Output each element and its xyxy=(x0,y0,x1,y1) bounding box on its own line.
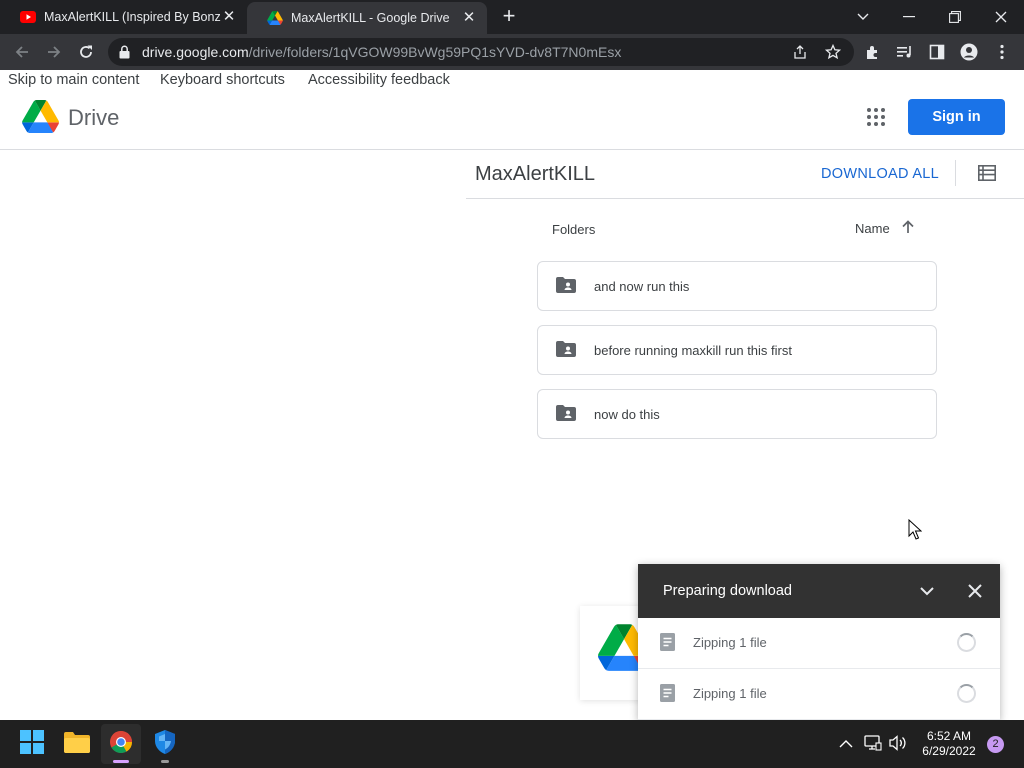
windows-security-icon xyxy=(154,729,176,760)
running-indicator xyxy=(161,760,169,763)
sort-by-name-button[interactable]: Name xyxy=(855,221,890,236)
download-item: Zipping 1 file xyxy=(638,669,1000,720)
collapse-chevron-icon[interactable] xyxy=(918,582,936,605)
close-window-button[interactable] xyxy=(978,0,1024,34)
download-item: Zipping 1 file xyxy=(638,618,1000,669)
google-drive-logo[interactable] xyxy=(22,100,59,138)
shared-folder-icon xyxy=(556,405,576,426)
shared-folder-icon xyxy=(556,277,576,298)
section-label: Folders xyxy=(552,222,596,237)
folder-item[interactable]: before running maxkill run this first xyxy=(537,325,937,375)
chrome-icon xyxy=(109,730,133,759)
lock-icon[interactable] xyxy=(119,45,130,64)
accessibility-feedback-link[interactable]: Accessibility feedback xyxy=(308,72,450,88)
arrow-up-icon[interactable] xyxy=(901,220,915,239)
sign-in-button[interactable]: Sign in xyxy=(908,99,1005,135)
profile-icon[interactable] xyxy=(960,43,978,61)
download-panel: Preparing download Zipping 1 file Zippin… xyxy=(638,564,1000,720)
folder-name: and now run this xyxy=(594,279,690,294)
restore-button[interactable] xyxy=(932,0,978,34)
mouse-pointer-icon xyxy=(908,518,923,545)
forward-button[interactable] xyxy=(41,39,67,65)
download-panel-title: Preparing download xyxy=(663,583,792,599)
tab-title: MaxAlertKILL - Google Drive xyxy=(291,11,450,25)
download-item-label: Zipping 1 file xyxy=(693,635,767,650)
skip-to-main-link[interactable]: Skip to main content xyxy=(8,72,139,88)
tab-title: MaxAlertKILL (Inspired By BonziKILL xyxy=(44,10,221,24)
share-icon[interactable] xyxy=(792,44,808,60)
show-hidden-icons-chevron-icon[interactable] xyxy=(837,734,855,752)
list-view-icon[interactable] xyxy=(978,165,998,185)
download-all-button[interactable]: DOWNLOAD ALL xyxy=(821,166,939,182)
close-tab-icon[interactable]: ✕ xyxy=(461,10,477,26)
notification-badge[interactable]: 2 xyxy=(987,736,1004,753)
folder-title: MaxAlertKILL xyxy=(475,163,596,185)
google-drive-icon xyxy=(267,10,283,26)
folder-item[interactable]: now do this xyxy=(537,389,937,439)
loading-spinner-icon xyxy=(957,684,976,703)
menu-kebab-icon[interactable] xyxy=(993,43,1011,61)
url-text: drive.google.com/drive/folders/1qVGOW99B… xyxy=(142,44,622,60)
close-tab-icon[interactable]: ✕ xyxy=(221,9,237,25)
browser-tab-youtube[interactable]: MaxAlertKILL (Inspired By BonziKILL ✕ xyxy=(0,0,247,34)
start-button[interactable] xyxy=(12,724,52,764)
shared-folder-icon xyxy=(556,341,576,362)
clock-time: 6:52 AM xyxy=(926,729,972,743)
windows-security-button[interactable] xyxy=(145,724,185,764)
skip-links: Skip to main content Keyboard shortcuts … xyxy=(0,70,1024,90)
download-panel-header: Preparing download xyxy=(638,564,1000,618)
side-panel-icon[interactable] xyxy=(928,43,946,61)
file-explorer-button[interactable] xyxy=(57,724,97,764)
address-bar[interactable]: drive.google.com/drive/folders/1qVGOW99B… xyxy=(108,38,854,66)
clock-date: 6/29/2022 xyxy=(922,744,976,758)
browser-toolbar: drive.google.com/drive/folders/1qVGOW99B… xyxy=(0,34,1024,70)
browser-tab-strip: MaxAlertKILL (Inspired By BonziKILL ✕ Ma… xyxy=(0,0,1024,34)
document-icon xyxy=(660,684,675,707)
chrome-taskbar-button[interactable] xyxy=(101,724,141,764)
windows-taskbar: 6:52 AM 6/29/2022 2 xyxy=(0,720,1024,768)
back-button[interactable] xyxy=(9,39,35,65)
google-apps-icon[interactable] xyxy=(866,107,886,127)
media-control-icon[interactable] xyxy=(896,43,914,61)
document-icon xyxy=(660,633,675,656)
volume-icon[interactable] xyxy=(889,734,907,752)
system-clock[interactable]: 6:52 AM 6/29/2022 xyxy=(920,729,978,759)
browser-tab-drive[interactable]: MaxAlertKILL - Google Drive ✕ xyxy=(247,2,487,34)
keyboard-shortcuts-link[interactable]: Keyboard shortcuts xyxy=(160,72,285,88)
folder-toolbar: MaxAlertKILL DOWNLOAD ALL xyxy=(466,150,1024,199)
bookmark-star-icon[interactable] xyxy=(824,43,842,60)
folder-name: now do this xyxy=(594,407,660,422)
reload-button[interactable] xyxy=(73,39,99,65)
toolbar-divider xyxy=(955,160,956,186)
extensions-icon[interactable] xyxy=(864,43,882,61)
folder-name: before running maxkill run this first xyxy=(594,343,792,358)
minimize-button[interactable] xyxy=(886,0,932,34)
start-icon xyxy=(20,729,44,759)
product-name[interactable]: Drive xyxy=(68,105,119,131)
loading-spinner-icon xyxy=(957,633,976,652)
drive-header: Drive Sign in xyxy=(0,90,1024,150)
folder-item[interactable]: and now run this xyxy=(537,261,937,311)
file-explorer-icon xyxy=(64,731,90,758)
download-item-label: Zipping 1 file xyxy=(693,686,767,701)
youtube-icon xyxy=(20,9,36,25)
close-icon[interactable] xyxy=(966,582,984,605)
new-tab-button[interactable]: + xyxy=(498,5,520,28)
running-indicator xyxy=(113,760,129,763)
network-icon[interactable] xyxy=(864,734,882,752)
tab-search-icon[interactable] xyxy=(840,0,886,34)
